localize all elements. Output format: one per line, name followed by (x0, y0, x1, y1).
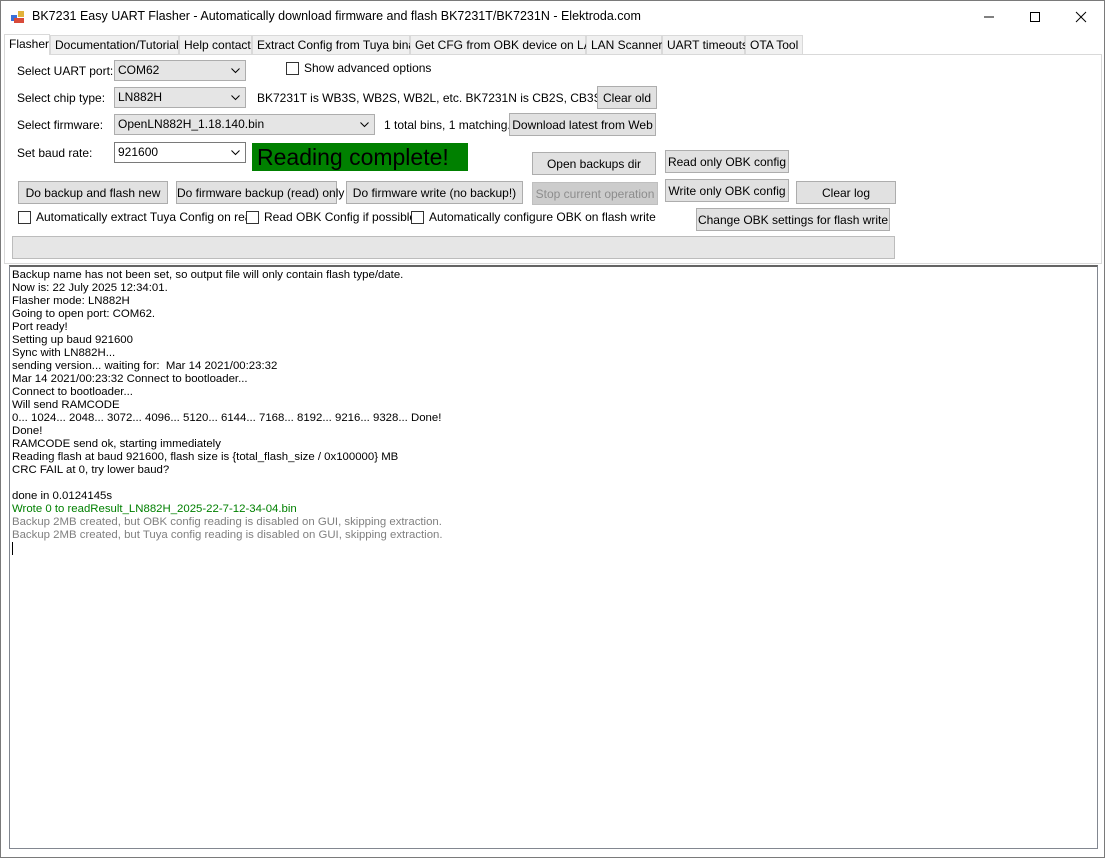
chevron-down-icon (231, 95, 240, 101)
progress-bar (12, 236, 895, 259)
tab-ota-tool[interactable]: OTA Tool (745, 35, 803, 54)
read-obk-config-button[interactable]: Read only OBK config (665, 150, 789, 173)
log-lines: Backup name has not been set, so output … (12, 269, 1097, 542)
auto-extract-label: Automatically extract Tuya Config on rea… (36, 210, 259, 224)
tab-help-contact[interactable]: Help contact (179, 35, 252, 54)
log-line: Flasher mode: LN882H (12, 295, 130, 307)
log-line: Done! (12, 425, 43, 437)
uart-port-select[interactable]: COM62 (114, 60, 246, 81)
show-advanced-checkbox[interactable] (286, 62, 299, 75)
firmware-select[interactable]: OpenLN882H_1.18.140.bin (114, 114, 375, 135)
tab-lan-scanner[interactable]: LAN Scanner (586, 35, 662, 54)
uart-port-label: Select UART port: (17, 64, 114, 78)
log-line: Now is: 22 July 2025 12:34:01. (12, 282, 168, 294)
log-line: Backup 2MB created, but Tuya config read… (12, 529, 443, 541)
log-line: Connect to bootloader... (12, 386, 133, 398)
log-line: 0... 1024... 2048... 3072... 4096... 512… (12, 412, 442, 424)
firmware-write-button[interactable]: Do firmware write (no backup!) (346, 181, 523, 204)
maximize-icon (1030, 12, 1040, 22)
chip-hint-text: BK7231T is WB3S, WB2S, WB2L, etc. BK7231… (257, 91, 625, 105)
log-line: Backup 2MB created, but OBK config readi… (12, 516, 442, 528)
app-icon (11, 11, 24, 23)
firmware-value: OpenLN882H_1.18.140.bin (118, 117, 265, 131)
chip-type-label: Select chip type: (17, 91, 106, 105)
auto-configure-checkbox[interactable] (411, 211, 424, 224)
firmware-label: Select firmware: (17, 118, 104, 132)
chevron-down-icon (231, 68, 240, 74)
log-line: Will send RAMCODE (12, 399, 120, 411)
read-obk-config-checkbox[interactable] (246, 211, 259, 224)
log-line: sending version... waiting for: Mar 14 2… (12, 360, 278, 372)
app-window: BK7231 Easy UART Flasher - Automatically… (0, 0, 1105, 858)
open-backups-button[interactable]: Open backups dir (532, 152, 656, 175)
minimize-icon (984, 16, 994, 18)
maximize-button[interactable] (1012, 1, 1058, 32)
tab-get-cfg[interactable]: Get CFG from OBK device on LAN (410, 35, 600, 54)
window-title: BK7231 Easy UART Flasher - Automatically… (32, 9, 641, 23)
chip-type-value: LN882H (118, 90, 163, 104)
baud-rate-select[interactable]: 921600 (114, 142, 246, 163)
download-latest-button[interactable]: Download latest from Web (509, 113, 656, 136)
title-bar[interactable]: BK7231 Easy UART Flasher - Automatically… (1, 1, 1104, 32)
change-obk-settings-button[interactable]: Change OBK settings for flash write (696, 208, 890, 231)
text-caret (12, 542, 13, 555)
firmware-backup-button[interactable]: Do firmware backup (read) only (176, 181, 344, 204)
bins-info-text: 1 total bins, 1 matching. (384, 118, 511, 132)
close-icon (1075, 11, 1087, 23)
minimize-button[interactable] (966, 1, 1012, 32)
log-line: done in 0.0124145s (12, 490, 113, 502)
tab-extract-config[interactable]: Extract Config from Tuya binary (252, 35, 425, 54)
tab-strip: Flasher Documentation/Tutorials Help con… (1, 34, 1104, 55)
log-line: Mar 14 2021/00:23:32 Connect to bootload… (12, 373, 248, 385)
log-line: Sync with LN882H... (12, 347, 116, 359)
tab-flasher[interactable]: Flasher (4, 34, 50, 55)
write-obk-config-button[interactable]: Write only OBK config (665, 179, 789, 202)
log-line: Going to open port: COM62. (12, 308, 156, 320)
tab-uart-timeouts[interactable]: UART timeouts (662, 35, 748, 54)
show-advanced-label: Show advanced options (304, 61, 432, 75)
auto-configure-label: Automatically configure OBK on flash wri… (429, 210, 656, 224)
status-banner: Reading complete! (252, 143, 468, 171)
tab-documentation[interactable]: Documentation/Tutorials (50, 35, 185, 54)
log-line: Port ready! (12, 321, 68, 333)
chevron-down-icon (231, 150, 240, 156)
clear-log-button[interactable]: Clear log (796, 181, 896, 204)
log-line: RAMCODE send ok, starting immediately (12, 438, 221, 450)
log-line: Reading flash at baud 921600, flash size… (12, 451, 399, 463)
log-line: Setting up baud 921600 (12, 334, 133, 346)
chip-type-select[interactable]: LN882H (114, 87, 246, 108)
auto-extract-checkbox[interactable] (18, 211, 31, 224)
log-textbox[interactable]: Backup name has not been set, so output … (9, 265, 1098, 849)
uart-port-value: COM62 (118, 63, 160, 77)
log-line: CRC FAIL at 0, try lower baud? (12, 464, 170, 476)
baud-rate-value: 921600 (118, 145, 159, 159)
read-obk-config-label: Read OBK Config if possible (264, 210, 417, 224)
chevron-down-icon (360, 122, 369, 128)
close-button[interactable] (1058, 1, 1104, 32)
clear-old-button[interactable]: Clear old (597, 86, 657, 109)
log-line: Backup name has not been set, so output … (12, 269, 404, 281)
log-line: Wrote 0 to readResult_LN882H_2025-22-7-1… (12, 503, 297, 515)
baud-rate-label: Set baud rate: (17, 146, 93, 160)
backup-and-flash-button[interactable]: Do backup and flash new (18, 181, 168, 204)
stop-operation-button[interactable]: Stop current operation (532, 182, 658, 205)
